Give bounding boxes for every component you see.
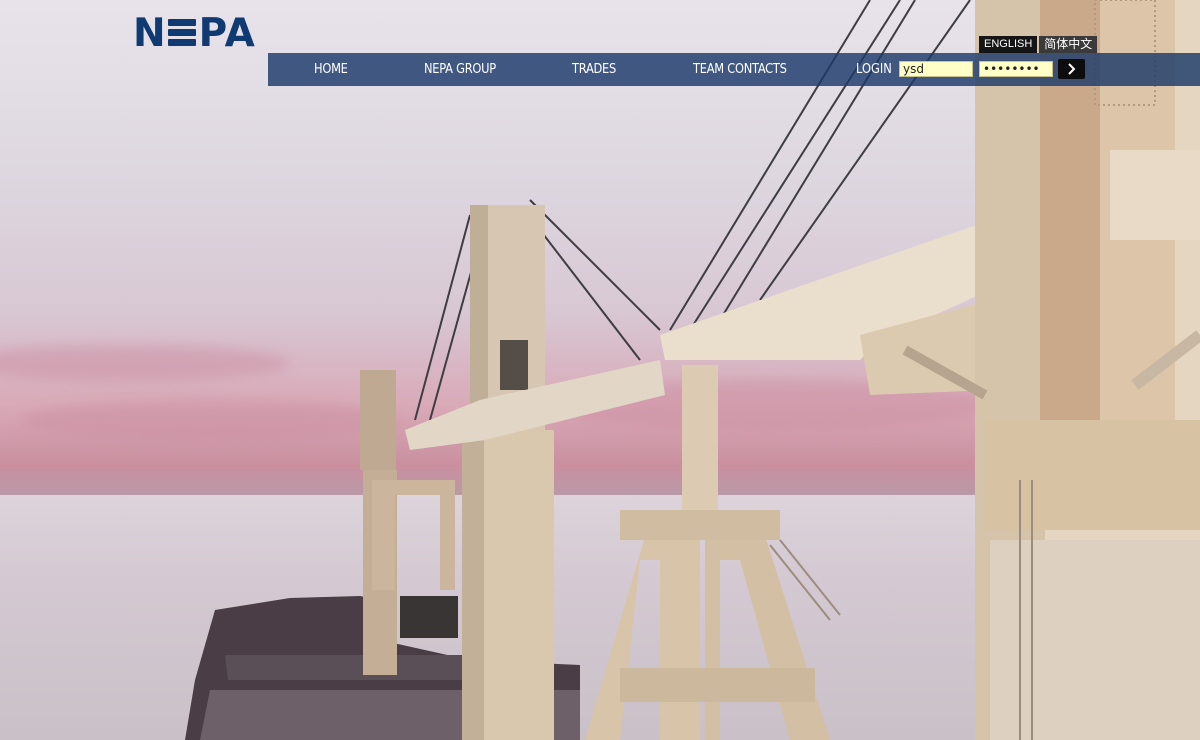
language-switcher: ENGLISH 简体中文 [979, 36, 1098, 53]
username-field[interactable] [899, 61, 973, 77]
language-chinese[interactable]: 简体中文 [1039, 36, 1098, 53]
login-submit-button[interactable] [1058, 59, 1085, 79]
language-english[interactable]: ENGLISH [979, 36, 1038, 53]
hero-background [0, 0, 1200, 740]
nepa-logo[interactable]: N PA [133, 14, 256, 54]
main-navbar: HOME NEPA GROUP TRADES TEAM CONTACTS LOG… [268, 53, 1200, 86]
password-field[interactable] [979, 61, 1053, 77]
login-label: LOGIN [856, 62, 892, 77]
nav-nepa-group[interactable]: NEPA GROUP [424, 53, 496, 86]
logo-letters-pa: PA [198, 11, 256, 56]
logo-e-bars-icon [167, 17, 198, 49]
logo-letter-n: N [133, 11, 167, 56]
nav-team-contacts[interactable]: TEAM CONTACTS [693, 53, 787, 86]
nav-home[interactable]: HOME [314, 53, 348, 86]
nav-trades[interactable]: TRADES [572, 53, 616, 86]
ship-deck-illustration [185, 0, 1200, 740]
chevron-right-icon [1068, 63, 1076, 75]
